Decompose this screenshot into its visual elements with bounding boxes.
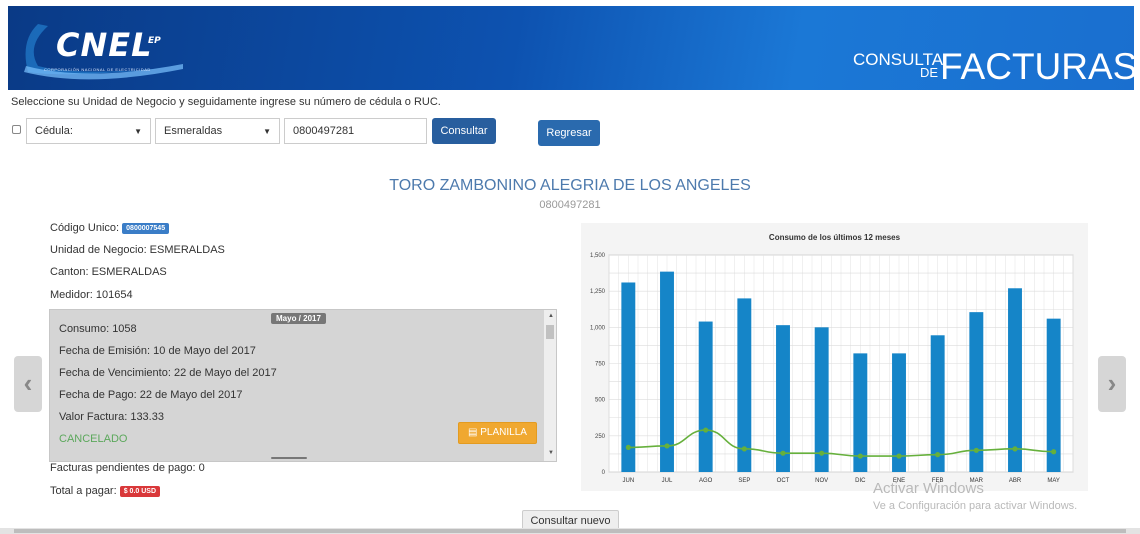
invoice-scrollbar[interactable]: ▲ ▼ [544, 310, 556, 461]
y-tick-label: 250 [595, 434, 606, 440]
invoice-panel[interactable]: Mayo / 2017 Consumo: 1058 Fecha de Emisi… [49, 309, 557, 462]
horizontal-scrollbar[interactable] [0, 528, 1140, 534]
logo-suffix: EP [148, 36, 161, 46]
y-tick-label: 0 [602, 470, 606, 476]
codigo-label: Código Unico: [50, 222, 120, 234]
scroll-thumb[interactable] [546, 325, 554, 339]
scroll-down-icon[interactable]: ▼ [548, 450, 554, 456]
total-row: Total a pagar: $ 0.0 USD [50, 485, 161, 497]
checkbox[interactable] [12, 125, 21, 134]
title-de: DE [920, 65, 939, 80]
invoice-consumo: Consumo: 1058 [59, 323, 137, 335]
business-unit-value: Esmeraldas [164, 125, 223, 137]
chart-svg: 0 250 500 750 1,000 1,250 1,500 JUN JUL AGO SEP OCT… [590, 253, 1074, 484]
bar-jul [660, 271, 674, 472]
next-period-badge [271, 457, 307, 459]
logo-text: CNEL [56, 26, 153, 64]
line-point-nov [819, 450, 825, 456]
page: CNEL EP CORPORACIÓN NACIONAL DE ELECTRIC… [0, 0, 1140, 534]
customer-id: 0800497281 [539, 199, 601, 211]
facturas-pendientes: Facturas pendientes de pago: 0 [50, 462, 205, 474]
x-tick-label: MAY [1047, 478, 1060, 484]
line-point-may [1051, 449, 1057, 455]
line-point-feb [935, 452, 941, 458]
unidad-negocio: Unidad de Negocio: ESMERALDAS [50, 244, 225, 256]
planilla-button[interactable]: ▤ PLANILLA [458, 422, 537, 444]
chevron-down-icon: ▼ [134, 127, 142, 136]
y-tick-label: 500 [595, 398, 606, 404]
invoice-status: CANCELADO [59, 433, 128, 445]
x-tick-label: DIC [855, 478, 866, 484]
next-arrow-icon[interactable]: › [1098, 356, 1126, 412]
bar-abr [1008, 288, 1022, 472]
line-point-jul [664, 443, 670, 449]
y-tick-label: 1,500 [590, 253, 606, 259]
total-label: Total a pagar: [50, 485, 117, 497]
x-tick-label: OCT [777, 478, 790, 484]
codigo-unico-row: Código Unico: 0800007545 [50, 222, 170, 234]
consumption-chart: Consumo de los últimos 12 meses 0 250 500 7… [581, 223, 1088, 491]
header-banner: CNEL EP CORPORACIÓN NACIONAL DE ELECTRIC… [8, 6, 1134, 90]
invoice-emision: Fecha de Emisión: 10 de Mayo del 2017 [59, 345, 256, 357]
logo-subtitle: CORPORACIÓN NACIONAL DE ELECTRICIDAD [44, 67, 151, 72]
bar-sep [737, 298, 752, 472]
line-point-dic [857, 453, 863, 459]
consultar-button[interactable]: Consultar [432, 118, 496, 144]
line-point-oct [780, 450, 786, 456]
id-type-select[interactable]: Cédula: ▼ [26, 118, 151, 144]
bar-nov [814, 327, 829, 472]
prev-arrow-icon[interactable]: ‹ [14, 356, 42, 412]
line-point-ene [896, 453, 902, 459]
bar-feb [930, 335, 945, 472]
scroll-up-icon[interactable]: ▲ [548, 313, 554, 319]
id-number-input[interactable]: 0800497281 [284, 118, 427, 144]
title-facturas: FACTURAS [940, 46, 1134, 87]
y-tick-label: 1,250 [590, 289, 606, 295]
bar-ago [698, 321, 713, 472]
invoice-pago: Fecha de Pago: 22 de Mayo del 2017 [59, 389, 243, 401]
invoice-period-badge: Mayo / 2017 [271, 313, 326, 324]
document-icon: ▤ [468, 427, 481, 438]
x-tick-label: NOV [815, 478, 828, 484]
x-tick-label: JUN [622, 478, 634, 484]
bar-may [1046, 318, 1061, 472]
customer-name: TORO ZAMBONINO ALEGRIA DE LOS ANGELES [389, 177, 751, 194]
total-badge: $ 0.0 USD [119, 486, 161, 497]
y-tick-label: 1,000 [590, 325, 606, 331]
line-point-ago [703, 427, 709, 433]
invoice-vencimiento: Fecha de Vencimiento: 22 de Mayo del 201… [59, 367, 277, 379]
canton: Canton: ESMERALDAS [50, 266, 167, 278]
x-tick-label: JUL [662, 478, 673, 484]
chevron-down-icon: ▼ [263, 127, 271, 136]
codigo-badge: 0800007545 [122, 223, 170, 234]
chart-title: Consumo de los últimos 12 meses [768, 233, 901, 242]
instructions: Seleccione su Unidad de Negocio y seguid… [11, 96, 441, 108]
scrollbar-thumb[interactable] [14, 529, 1126, 533]
id-type-value: Cédula: [35, 125, 73, 137]
x-tick-label: SEP [738, 478, 750, 484]
watermark-line1: Activar Windows [873, 480, 984, 497]
bar-oct [776, 325, 790, 472]
line-point-sep [741, 446, 747, 452]
business-unit-select[interactable]: Esmeraldas ▼ [155, 118, 280, 144]
regresar-button[interactable]: Regresar [538, 120, 600, 146]
bar-jun [621, 282, 636, 472]
planilla-label: PLANILLA [480, 427, 527, 438]
medidor: Medidor: 101654 [50, 289, 133, 301]
watermark-line2: Ve a Configuración para activar Windows. [873, 500, 1078, 512]
x-tick-label: ABR [1009, 478, 1022, 484]
line-point-abr [1012, 446, 1018, 452]
line-point-jun [625, 444, 631, 451]
x-tick-label: AGO [699, 478, 713, 484]
line-point-mar [973, 447, 979, 453]
y-tick-label: 750 [595, 362, 606, 368]
invoice-valor: Valor Factura: 133.33 [59, 411, 164, 423]
